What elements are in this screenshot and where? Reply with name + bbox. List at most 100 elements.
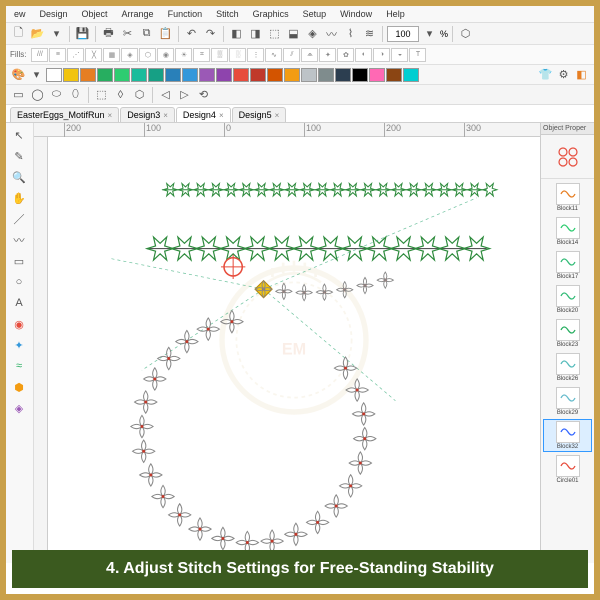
fill-pattern[interactable]: ∿: [265, 48, 282, 62]
color-swatch[interactable]: [233, 68, 249, 82]
color-swatch[interactable]: [199, 68, 215, 82]
menu-help[interactable]: Help: [386, 9, 405, 19]
menu-view[interactable]: ew: [14, 9, 26, 19]
color-swatch[interactable]: [131, 68, 147, 82]
fill-pattern[interactable]: ☀: [175, 48, 192, 62]
tool-icon[interactable]: ⬓: [285, 25, 302, 42]
menu-window[interactable]: Window: [340, 9, 372, 19]
fill-pattern[interactable]: ⫽: [283, 48, 300, 62]
close-tab-icon[interactable]: ×: [163, 111, 168, 120]
tool-icon[interactable]: 〰: [323, 25, 340, 42]
recent-icon[interactable]: ▾: [48, 25, 65, 42]
color-swatch[interactable]: [46, 68, 62, 82]
tool-icon[interactable]: ◧: [228, 25, 245, 42]
apparel-icon[interactable]: 👕: [537, 66, 554, 83]
shape-tool-icon[interactable]: ⬡: [131, 86, 148, 103]
fill-pattern[interactable]: ▒: [211, 48, 228, 62]
block-item[interactable]: Block17: [543, 249, 592, 282]
block-item[interactable]: Block32: [543, 419, 592, 452]
rect-tool-icon[interactable]: ▭: [8, 251, 30, 271]
color-swatch[interactable]: [335, 68, 351, 82]
fill-pattern[interactable]: ✿: [337, 48, 354, 62]
block-item[interactable]: Circle01: [543, 453, 592, 486]
fill-tool-icon[interactable]: ◉: [8, 314, 30, 334]
block-item[interactable]: Block23: [543, 317, 592, 350]
tool-icon[interactable]: ◈: [8, 398, 30, 418]
color-swatch[interactable]: [165, 68, 181, 82]
tool-icon[interactable]: ⌇: [342, 25, 359, 42]
menu-arrange[interactable]: Arrange: [122, 9, 154, 19]
design-canvas[interactable]: EM: [48, 137, 540, 563]
block-item[interactable]: Block14: [543, 215, 592, 248]
close-tab-icon[interactable]: ×: [275, 111, 280, 120]
fill-pattern[interactable]: ⋮: [247, 48, 264, 62]
line-tool-icon[interactable]: ／: [8, 209, 30, 229]
color-swatch[interactable]: [386, 68, 402, 82]
menu-function[interactable]: Function: [168, 9, 203, 19]
shape-tool-icon[interactable]: ⬭: [48, 86, 65, 103]
shape-tool-icon[interactable]: ⬚: [93, 86, 110, 103]
document-tab[interactable]: Design5×: [232, 107, 287, 122]
zoom-tool-icon[interactable]: 🔍: [8, 167, 30, 187]
text-tool-icon[interactable]: A: [8, 293, 30, 313]
open-file-icon[interactable]: 📂: [29, 25, 46, 42]
fill-pattern[interactable]: ≡: [49, 48, 66, 62]
tool-icon[interactable]: ◨: [247, 25, 264, 42]
curve-tool-icon[interactable]: 〰: [8, 230, 30, 250]
pan-tool-icon[interactable]: ✋: [8, 188, 30, 208]
menu-design[interactable]: Design: [40, 9, 68, 19]
shape-tool-icon[interactable]: ⬯: [67, 86, 84, 103]
shape-tool-icon[interactable]: ◯: [29, 86, 46, 103]
save-icon[interactable]: 💾: [74, 25, 91, 42]
tool-icon[interactable]: ≋: [361, 25, 378, 42]
tool-icon[interactable]: ⬢: [8, 377, 30, 397]
refresh-icon[interactable]: ⟲: [195, 86, 212, 103]
stitch-tool-icon[interactable]: ≈: [8, 356, 30, 376]
settings-icon[interactable]: ⚙: [555, 66, 572, 83]
color-swatch[interactable]: [369, 68, 385, 82]
fill-pattern[interactable]: ◈: [121, 48, 138, 62]
color-swatch[interactable]: [403, 68, 419, 82]
color-swatch[interactable]: [148, 68, 164, 82]
copy-icon[interactable]: ⧉: [138, 25, 155, 42]
fill-pattern[interactable]: ⩕: [301, 48, 318, 62]
color-swatch[interactable]: [80, 68, 96, 82]
circle-tool-icon[interactable]: ○: [8, 272, 30, 292]
fill-pattern[interactable]: T: [409, 48, 426, 62]
print-icon[interactable]: 🖶: [100, 25, 117, 42]
color-swatch[interactable]: [114, 68, 130, 82]
fill-pattern[interactable]: ◑: [373, 48, 390, 62]
fill-pattern[interactable]: ///: [31, 48, 48, 62]
menu-stitch[interactable]: Stitch: [216, 9, 239, 19]
color-swatch[interactable]: [318, 68, 334, 82]
color-swatch[interactable]: [97, 68, 113, 82]
document-tab[interactable]: Design3×: [120, 107, 175, 122]
select-tool-icon[interactable]: ↖: [8, 125, 30, 145]
color-swatch[interactable]: [284, 68, 300, 82]
cut-icon[interactable]: ✂: [119, 25, 136, 42]
paste-icon[interactable]: 📋: [157, 25, 174, 42]
block-item[interactable]: Block11: [543, 181, 592, 214]
color-swatch[interactable]: [182, 68, 198, 82]
motif-tool-icon[interactable]: ✦: [8, 335, 30, 355]
color-swatch[interactable]: [352, 68, 368, 82]
block-item[interactable]: Block29: [543, 385, 592, 418]
palette-icon[interactable]: ◧: [573, 66, 590, 83]
close-tab-icon[interactable]: ×: [219, 111, 224, 120]
block-item[interactable]: Block26: [543, 351, 592, 384]
shape-tool-icon[interactable]: ◊: [112, 86, 129, 103]
menu-object[interactable]: Object: [82, 9, 108, 19]
color-swatch[interactable]: [250, 68, 266, 82]
fill-pattern[interactable]: ⌗: [193, 48, 210, 62]
menu-setup[interactable]: Setup: [303, 9, 327, 19]
new-file-icon[interactable]: 🗋: [10, 25, 27, 42]
tool-icon[interactable]: ◈: [304, 25, 321, 42]
fill-pattern[interactable]: ⋰: [67, 48, 84, 62]
arrow-right-icon[interactable]: ▷: [176, 86, 193, 103]
palette-dropdown-icon[interactable]: ▾: [28, 66, 45, 83]
fill-pattern[interactable]: ⬡: [139, 48, 156, 62]
fill-pattern[interactable]: ◐: [355, 48, 372, 62]
undo-icon[interactable]: ↶: [183, 25, 200, 42]
menu-graphics[interactable]: Graphics: [253, 9, 289, 19]
arrow-left-icon[interactable]: ◁: [157, 86, 174, 103]
